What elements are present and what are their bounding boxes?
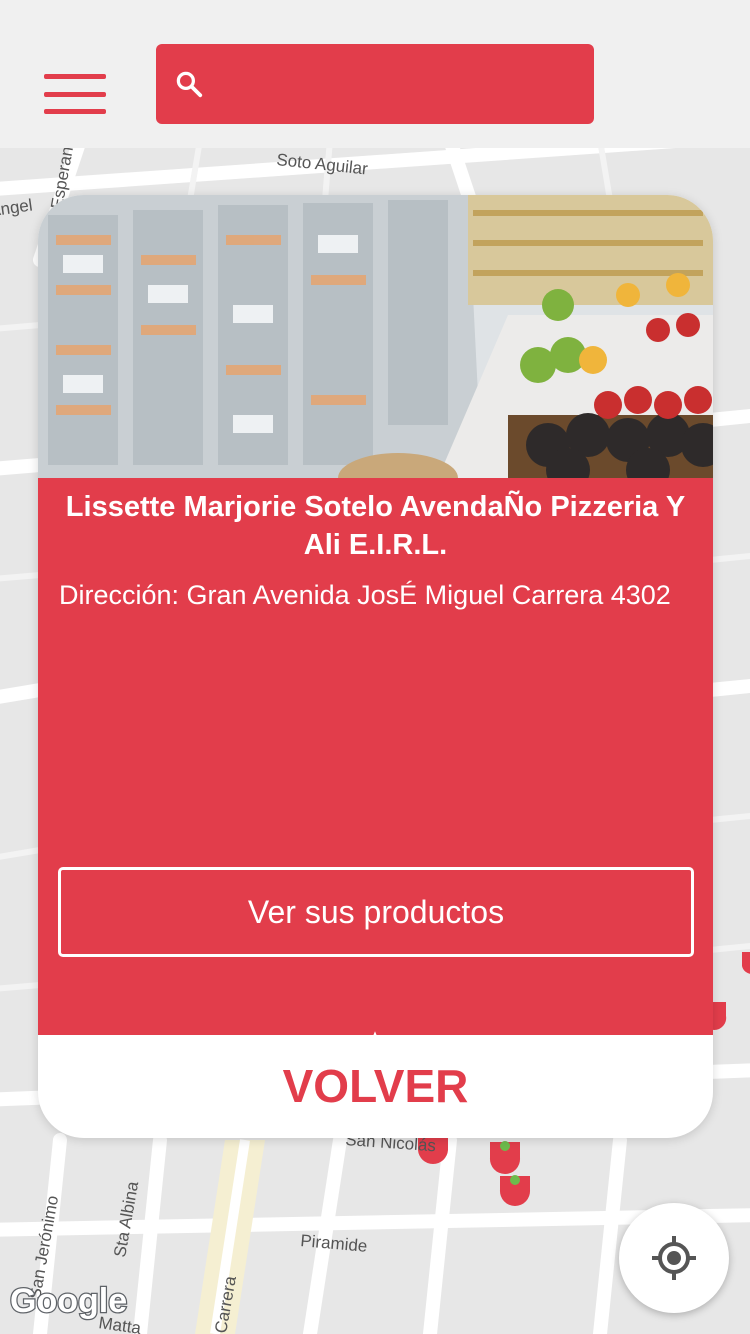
location-pin-icon[interactable] — [489, 1141, 521, 1174]
view-products-button[interactable]: Ver sus productos — [58, 867, 694, 957]
store-address: Dirección: Gran Avenida JosÉ Miguel Carr… — [59, 580, 671, 610]
menu-icon-bar — [44, 92, 106, 97]
menu-button[interactable] — [44, 74, 108, 116]
my-location-icon — [652, 1236, 696, 1280]
search-input[interactable] — [226, 62, 580, 108]
location-pin-icon[interactable] — [499, 1175, 531, 1206]
back-button[interactable]: VOLVER — [38, 1035, 713, 1138]
menu-icon-bar — [44, 109, 106, 114]
menu-icon — [44, 74, 106, 79]
store-name: Lissette Marjorie Sotelo AvendaÑo Pizzer… — [65, 491, 686, 561]
store-card: Lissette Marjorie Sotelo AvendaÑo Pizzer… — [38, 195, 713, 1138]
store-info-panel: Lissette Marjorie Sotelo AvendaÑo Pizzer… — [38, 478, 713, 1138]
my-location-button[interactable] — [619, 1203, 729, 1313]
search-icon — [176, 71, 203, 98]
google-logo: Google — [10, 1281, 128, 1322]
store-photo — [38, 195, 713, 478]
google-attribution: Google — [10, 1282, 127, 1320]
search-bar[interactable] — [156, 44, 594, 124]
